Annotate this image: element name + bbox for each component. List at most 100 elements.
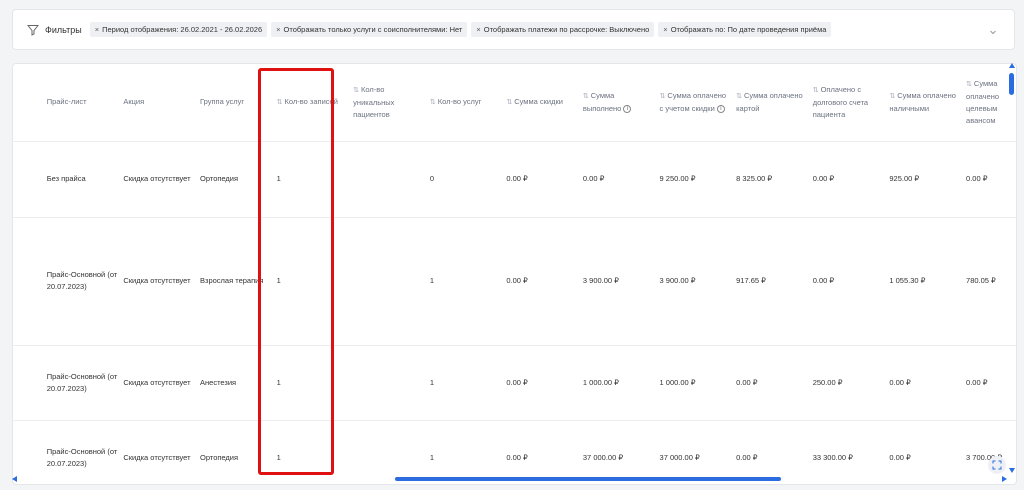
sort-icon[interactable]: ⇅ xyxy=(506,99,512,106)
horizontal-scrollbar[interactable] xyxy=(12,475,1007,483)
table-cell: 1 055.30 ₽ xyxy=(889,217,967,346)
sort-icon[interactable]: ⇅ xyxy=(889,93,895,100)
scroll-left-arrow-icon[interactable] xyxy=(12,476,17,482)
table-cell xyxy=(353,345,430,421)
column-header-label: Сумма скидки xyxy=(514,96,563,106)
sort-icon[interactable]: ⇅ xyxy=(736,93,742,100)
table-cell: Прайс-Основной (от 20.07.2023) xyxy=(46,345,124,421)
sort-icon[interactable]: ⇅ xyxy=(660,93,666,100)
scroll-up-arrow-icon[interactable] xyxy=(1009,63,1015,68)
filter-chip-coexecutors[interactable]: × Отображать только услуги с соисполнител… xyxy=(271,22,468,37)
column-header-label: Сумма оплачено наличными xyxy=(889,90,956,113)
table-row[interactable]: Прайс-Основной (от 20.07.2023) Скидка отс… xyxy=(13,217,1016,346)
table-cell: Прайс-Основной (от 20.07.2023) xyxy=(46,217,124,346)
chip-remove-icon[interactable]: × xyxy=(476,25,480,34)
table-row[interactable]: Без прайса Скидка отсутствует Ортопедия 1 0 0… xyxy=(13,141,1016,218)
column-header[interactable]: ⇅ Кол-во уникальных пациентов xyxy=(353,64,430,142)
table-cell: 0.00 ₽ xyxy=(506,141,583,218)
table-cell: 0.00 ₽ xyxy=(582,141,660,218)
table-cell: 1 xyxy=(276,141,354,218)
table-cell: 0.00 ₽ xyxy=(506,345,583,421)
table-cell: Скидка отсутствует xyxy=(123,141,200,218)
row-spacer xyxy=(13,141,47,218)
column-header[interactable]: ⇅ Сумма оплачено наличными xyxy=(889,64,967,142)
chip-remove-icon[interactable]: × xyxy=(663,25,667,34)
sort-icon[interactable]: ⇅ xyxy=(277,99,283,106)
table-cell: 1 xyxy=(276,345,354,421)
sort-icon[interactable]: ⇅ xyxy=(966,81,972,88)
table-cell: 0.00 ₽ xyxy=(736,345,813,421)
table-cell: 250.00 ₽ xyxy=(812,345,890,421)
table-cell: Скидка отсутствует xyxy=(123,345,200,421)
table-cell: 3 900.00 ₽ xyxy=(582,217,660,346)
column-header[interactable]: ⇅ Сумма оплачено с учетом скидки i xyxy=(659,64,737,142)
chevron-down-icon[interactable] xyxy=(988,24,998,35)
row-spacer xyxy=(13,217,47,346)
column-header-label: Прайс-лист xyxy=(46,97,87,107)
sort-icon[interactable]: ⇅ xyxy=(813,87,819,94)
report-table: Прайс-лист Акция Группа услуг ⇅ Кол-во запис… xyxy=(13,64,1016,484)
scroll-right-arrow-icon[interactable] xyxy=(1002,476,1007,482)
table-cell: 0.00 ₽ xyxy=(506,217,583,346)
table-cell: 0.00 ₽ xyxy=(889,345,967,421)
table-cell: 1 xyxy=(276,217,354,346)
header-spacer xyxy=(13,64,47,142)
filter-chip-display-by[interactable]: × Отображать по: По дате проведения приём… xyxy=(658,22,832,37)
column-header-label: Оплачено с долгового счета пациента xyxy=(812,84,869,119)
chip-remove-icon[interactable]: × xyxy=(276,25,280,34)
vertical-scrollbar[interactable] xyxy=(1008,63,1016,475)
table-cell: 1 xyxy=(429,217,507,346)
column-header-label: Кол-во услуг xyxy=(437,96,482,106)
table-row[interactable]: Прайс-Основной (от 20.07.2023) Скидка отс… xyxy=(13,345,1016,421)
table-cell: 1 000.00 ₽ xyxy=(582,345,660,421)
chip-remove-icon[interactable]: × xyxy=(95,25,99,34)
column-header: Акция xyxy=(123,64,200,142)
info-icon[interactable]: i xyxy=(716,104,725,113)
table-cell: Без прайса xyxy=(46,141,124,218)
column-header-label: Акция xyxy=(123,97,145,107)
column-header[interactable]: ⇅ Оплачено с долгового счета пациента xyxy=(812,64,890,142)
horizontal-scroll-thumb[interactable] xyxy=(395,477,781,481)
table-cell: 9 250.00 ₽ xyxy=(659,141,737,218)
sort-icon[interactable]: ⇅ xyxy=(430,99,436,106)
table-cell: 0.00 ₽ xyxy=(812,217,890,346)
table-cell: 0 xyxy=(429,141,507,218)
table-cell: 1 000.00 ₽ xyxy=(659,345,737,421)
column-header-label: Кол-во записей xyxy=(284,96,338,106)
column-header[interactable]: ⇅ Кол-во услуг xyxy=(429,64,507,142)
column-header-label: Группа услуг xyxy=(200,97,245,107)
vertical-scroll-thumb[interactable] xyxy=(1009,73,1014,95)
table-cell: Анестезия xyxy=(200,345,277,421)
filters-label: Фильтры xyxy=(45,24,82,35)
table-cell: 917.65 ₽ xyxy=(736,217,813,346)
table-cell: 8 325.00 ₽ xyxy=(736,141,813,218)
report-table-container[interactable]: Прайс-лист Акция Группа услуг ⇅ Кол-во запис… xyxy=(12,63,1017,485)
info-icon[interactable]: i xyxy=(623,104,632,113)
column-header[interactable]: ⇅ Кол-во записей xyxy=(276,64,354,142)
filter-chip-period[interactable]: × Период отображения: 26.02.2021 - 26.02.… xyxy=(89,22,268,37)
table-cell: 0.00 ₽ xyxy=(812,141,890,218)
column-header: Прайс-лист xyxy=(46,64,124,142)
filter-chip-installments[interactable]: × Отображать платежи по рассрочке: Выключ… xyxy=(471,22,655,37)
table-cell: Ортопедия xyxy=(200,141,277,218)
sort-icon[interactable]: ⇅ xyxy=(353,87,359,94)
header-row: Прайс-лист Акция Группа услуг ⇅ Кол-во запис… xyxy=(13,64,1016,142)
table-cell: 1 xyxy=(429,345,507,421)
fullscreen-button[interactable] xyxy=(988,456,1006,474)
table-cell: 3 900.00 ₽ xyxy=(659,217,737,346)
column-header-label: Кол-во уникальных пациентов xyxy=(353,84,395,119)
table-cell: Скидка отсутствует xyxy=(123,217,200,346)
table-cell xyxy=(353,141,430,218)
column-header[interactable]: ⇅ Сумма оплачено картой xyxy=(736,64,813,142)
column-header[interactable]: ⇅ Сумма скидки xyxy=(506,64,583,142)
column-header: Группа услуг xyxy=(200,64,277,142)
table-cell: 925.00 ₽ xyxy=(889,141,967,218)
funnel-icon xyxy=(27,24,39,36)
column-header[interactable]: ⇅ Сумма выполнено i xyxy=(582,64,660,142)
fullscreen-icon xyxy=(992,460,1002,470)
scroll-down-arrow-icon[interactable] xyxy=(1009,468,1015,473)
filters-bar[interactable]: Фильтры × Период отображения: 26.02.2021 … xyxy=(12,9,1015,50)
column-header-label: Сумма оплачено картой xyxy=(736,90,803,113)
sort-icon[interactable]: ⇅ xyxy=(583,93,589,100)
table-cell xyxy=(353,217,430,346)
